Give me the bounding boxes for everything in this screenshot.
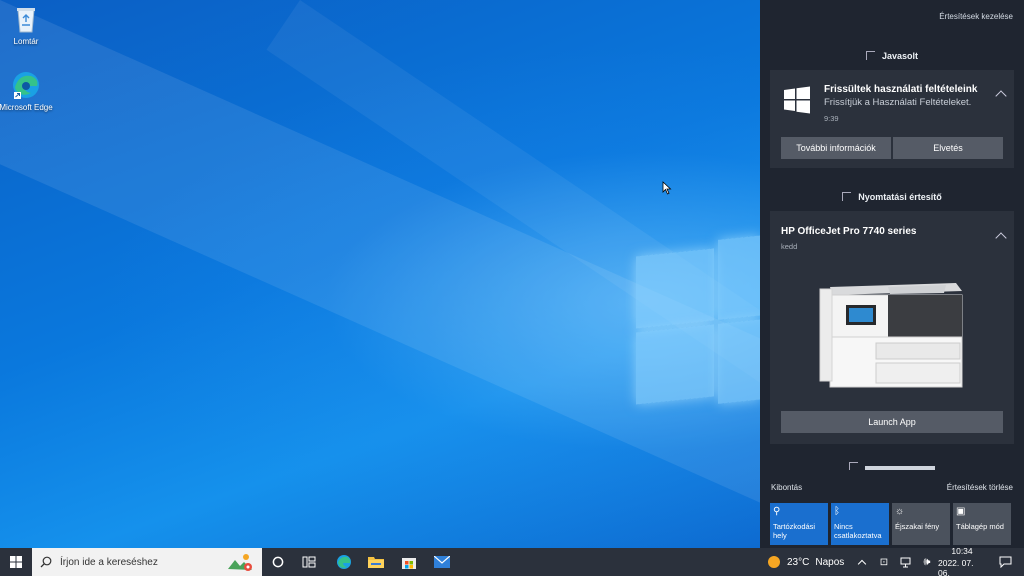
collapse-chevron-icon[interactable] [995, 90, 1007, 102]
launch-app-button[interactable]: Launch App [781, 411, 1003, 433]
mail-icon [434, 556, 450, 568]
search-icon [40, 556, 52, 568]
notification-title: Frissültek használati feltételeink [824, 84, 978, 95]
task-view-button[interactable] [294, 548, 324, 576]
store-icon [402, 558, 416, 569]
notification-icon [999, 556, 1011, 568]
chevron-up-icon [857, 559, 867, 569]
group-icon [842, 192, 852, 201]
weather-condition: Napos [815, 556, 845, 568]
clock[interactable]: 10:34 2022. 07. 06. [938, 546, 986, 576]
quick-action-label: Éjszakai fény [895, 522, 940, 531]
clock-date: 2022. 07. 06. [938, 558, 974, 576]
quick-actions-area: Kibontás Értesítések törlése ⚲ Tartózkod… [760, 470, 1024, 548]
collapse-chevron-icon[interactable] [995, 232, 1007, 244]
manage-notifications-link[interactable]: Értesítések kezelése [939, 12, 1013, 21]
action-center-button[interactable] [990, 548, 1020, 576]
desktop-icon-label: Lomtár [13, 37, 39, 46]
desktop: Lomtár Microsoft Edge [0, 0, 760, 548]
quick-action-location[interactable]: ⚲ Tartózkodási hely [770, 503, 828, 545]
desktop-icon-label: Microsoft Edge [0, 103, 53, 112]
desktop-icon-recycle-bin[interactable]: Lomtár [0, 4, 54, 46]
show-hidden-icons-button[interactable] [854, 548, 870, 576]
taskbar-file-explorer-button[interactable] [360, 548, 392, 576]
notification-time: kedd [781, 242, 798, 251]
taskbar-mail-button[interactable] [426, 548, 458, 576]
notification-time: 9:39 [824, 114, 839, 123]
group-icon [865, 51, 875, 60]
notification-group-header: Nyomtatási értesítő [760, 192, 1024, 202]
taskbar-search-box[interactable]: Írjon ide a kereséshez [32, 548, 262, 576]
printer-name: HP OfficeJet Pro 7740 series [781, 226, 917, 237]
notification-card-printer[interactable]: HP OfficeJet Pro 7740 series kedd Launch… [770, 211, 1014, 444]
clear-all-notifications-link[interactable]: Értesítések törlése [947, 483, 1013, 492]
volume-icon[interactable]: 🕪 [918, 548, 936, 576]
meet-now-icon[interactable]: ⊡ [876, 548, 892, 576]
notification-group-header: Javasolt [760, 51, 1024, 61]
dismiss-button[interactable]: Elvetés [893, 137, 1003, 159]
more-info-button[interactable]: További információk [781, 137, 891, 159]
quick-action-night-light[interactable]: ☼ Éjszakai fény [892, 503, 950, 545]
notification-body: Frissítjük a Használati Feltételeket. [824, 97, 972, 108]
search-placeholder: Írjon ide a kereséshez [60, 556, 158, 568]
windows-wallpaper-logo [636, 229, 760, 414]
search-highlight-icon [228, 554, 252, 571]
night-light-icon: ☼ [895, 506, 905, 517]
sun-icon [768, 556, 780, 568]
recycle-bin-icon [11, 4, 41, 34]
quick-action-label: Tartózkodási hely [773, 522, 816, 540]
taskbar-edge-button[interactable] [328, 548, 360, 576]
expand-link[interactable]: Kibontás [771, 483, 802, 492]
clock-time: 10:34 [951, 546, 973, 556]
network-icon[interactable] [896, 548, 914, 576]
edge-icon [337, 555, 351, 569]
printer-image [819, 283, 963, 388]
folder-icon [368, 557, 384, 568]
edge-icon [11, 70, 41, 100]
cortana-icon [272, 556, 284, 568]
group-title: Javasolt [881, 51, 919, 61]
quick-action-label: Táblagép mód [956, 522, 1004, 531]
action-center-panel: Értesítések kezelése Javasolt Frissültek… [760, 0, 1024, 548]
quick-action-bluetooth[interactable]: ᛒ Nincs csatlakoztatva [831, 503, 889, 545]
start-button[interactable] [0, 548, 32, 576]
cortana-button[interactable] [264, 548, 292, 576]
quick-action-label: Nincs csatlakoztatva [834, 522, 882, 540]
bluetooth-icon: ᛒ [834, 506, 840, 517]
windows-start-icon [10, 556, 22, 568]
taskbar-store-button[interactable] [392, 548, 426, 576]
group-title: Nyomtatási értesítő [858, 192, 942, 202]
windows-logo-icon [784, 86, 810, 114]
quick-action-tablet-mode[interactable]: ▣ Táblagép mód [953, 503, 1011, 545]
weather-temperature: 23°C [787, 556, 810, 568]
tablet-mode-icon: ▣ [956, 506, 966, 517]
mouse-cursor-icon [662, 181, 672, 195]
task-view-icon [302, 556, 316, 568]
location-icon: ⚲ [773, 506, 781, 517]
weather-widget[interactable]: 23°C Napos [768, 548, 848, 576]
desktop-icon-edge[interactable]: Microsoft Edge [0, 70, 54, 112]
taskbar: Írjon ide a kereséshez 23°C Napos ⊡ 🕪 10… [0, 546, 1024, 576]
notification-card-terms[interactable]: Frissültek használati feltételeink Friss… [770, 70, 1014, 168]
